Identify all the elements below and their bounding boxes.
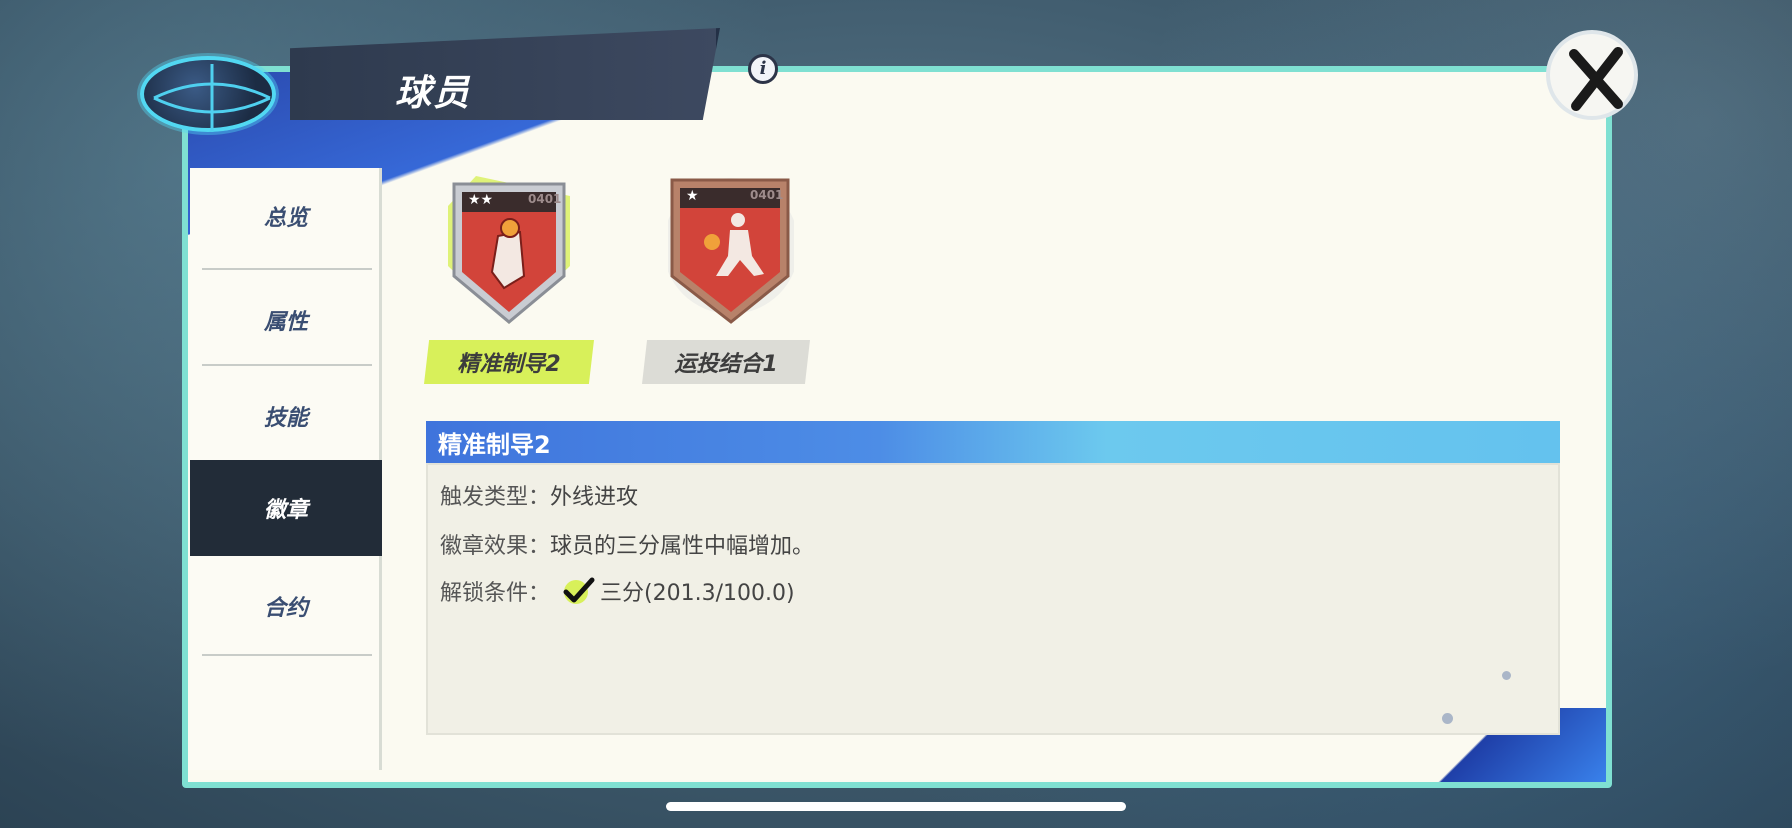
- divider: [202, 654, 372, 656]
- sidebar-item-overview[interactable]: 总览: [190, 168, 382, 264]
- detail-panel: 触发类型： 外线进攻 徽章效果： 球员的三分属性中幅增加。 解锁条件： 三分(2…: [426, 463, 1560, 735]
- unlock-value: 三分(201.3/100.0): [600, 581, 795, 606]
- badge-precision-guidance[interactable]: ★★ 0401: [446, 176, 572, 326]
- info-icon[interactable]: i: [748, 54, 778, 84]
- badge-code: 0401: [528, 192, 562, 206]
- detail-title: 精准制导2: [426, 421, 1560, 463]
- badge-stars: ★★: [468, 192, 494, 208]
- divider: [202, 268, 372, 270]
- effect-value: 球员的三分属性中幅增加。: [550, 534, 815, 559]
- close-button[interactable]: [1546, 30, 1638, 120]
- check-icon: [562, 576, 596, 606]
- sidebar-item-label: 合约: [263, 596, 308, 621]
- detail-row-effect: 徽章效果： 球员的三分属性中幅增加。: [440, 528, 814, 560]
- basketball-icon: [140, 56, 276, 132]
- badge-dribble-combo[interactable]: ★ 0401: [663, 176, 799, 326]
- badge-code: 0401: [750, 188, 784, 202]
- trigger-key: 触发类型：: [440, 485, 551, 510]
- unlock-key: 解锁条件：: [440, 581, 551, 606]
- sidebar-item-label: 总览: [263, 206, 308, 231]
- home-indicator[interactable]: [666, 802, 1126, 811]
- sidebar-item-skills[interactable]: 技能: [190, 368, 382, 464]
- sidebar: 总览 属性 技能 徽章 合约: [190, 168, 382, 770]
- badge-stars: ★: [686, 188, 699, 204]
- decoration-dot: [1442, 713, 1453, 724]
- sidebar-item-label: 属性: [263, 310, 308, 335]
- decoration-dot: [1502, 671, 1511, 680]
- detail-row-trigger: 触发类型： 外线进攻: [440, 479, 638, 511]
- sidebar-item-label: 技能: [263, 406, 308, 431]
- badge-label[interactable]: 运投结合1: [642, 340, 810, 384]
- sidebar-item-badges[interactable]: 徽章: [190, 460, 382, 556]
- page-title: 球员: [395, 73, 472, 114]
- trigger-value: 外线进攻: [550, 485, 639, 510]
- effect-key: 徽章效果：: [440, 534, 551, 559]
- divider: [202, 364, 372, 366]
- sidebar-item-contract[interactable]: 合约: [190, 558, 382, 654]
- sidebar-item-label: 徽章: [263, 498, 308, 523]
- detail-row-unlock: 解锁条件： 三分(201.3/100.0): [440, 575, 795, 607]
- sidebar-item-attributes[interactable]: 属性: [190, 272, 382, 368]
- close-icon: [1569, 47, 1623, 111]
- badge-label-selected[interactable]: 精准制导2: [424, 340, 594, 384]
